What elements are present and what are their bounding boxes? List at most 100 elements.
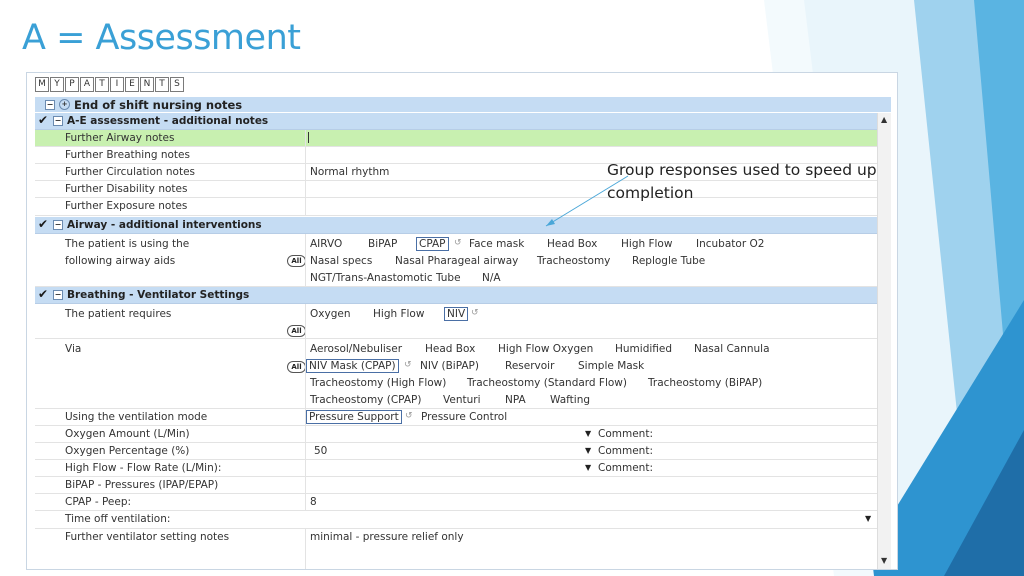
field-label: Further Airway notes bbox=[65, 132, 175, 144]
option-cpap-selected[interactable]: CPAP bbox=[416, 237, 449, 251]
field-value[interactable]: 8 bbox=[310, 496, 317, 508]
section-airway-header[interactable]: ✔ − Airway - additional interventions bbox=[35, 217, 877, 234]
field-label: The patient is using the bbox=[65, 238, 190, 250]
field-value[interactable]: Normal rhythm bbox=[310, 166, 389, 178]
option-ngt-tube[interactable]: NGT/Trans-Anastomotic Tube bbox=[310, 272, 461, 284]
check-icon: ✔ bbox=[38, 113, 49, 127]
dropdown-arrow-icon[interactable]: ▼ bbox=[585, 463, 591, 472]
annotation-text: Group responses used to speed up complet… bbox=[607, 161, 877, 202]
collapse-icon[interactable]: − bbox=[53, 116, 63, 126]
row-cpap-peep[interactable]: CPAP - Peep: 8 bbox=[35, 494, 877, 511]
field-label: Further Disability notes bbox=[65, 183, 188, 195]
option-high-flow[interactable]: High Flow bbox=[621, 238, 672, 250]
logo-letter: T bbox=[155, 77, 169, 92]
comment-label: Comment: bbox=[598, 462, 653, 474]
field-value[interactable]: 50 bbox=[314, 445, 327, 457]
option-wafting[interactable]: Wafting bbox=[550, 394, 590, 406]
field-label: Further Circulation notes bbox=[65, 166, 196, 178]
option-face-mask[interactable]: Face mask bbox=[469, 238, 524, 250]
scroll-down-icon[interactable]: ▼ bbox=[881, 556, 887, 565]
option-niv-mask-cpap-selected[interactable]: NIV Mask (CPAP) bbox=[306, 359, 399, 373]
option-incubator-o2[interactable]: Incubator O2 bbox=[696, 238, 764, 250]
section-breathing-header[interactable]: ✔ − Breathing - Ventilator Settings bbox=[35, 287, 877, 304]
option-nasal-specs[interactable]: Nasal specs bbox=[310, 255, 372, 267]
row-flow-rate[interactable]: High Flow - Flow Rate (L/Min): ▼ Comment… bbox=[35, 460, 877, 477]
section-title: Breathing - Ventilator Settings bbox=[67, 289, 250, 301]
option-simple-mask[interactable]: Simple Mask bbox=[578, 360, 644, 372]
option-airvo[interactable]: AIRVO bbox=[310, 238, 342, 250]
dropdown-arrow-icon[interactable]: ▼ bbox=[585, 429, 591, 438]
row-airway-notes[interactable]: Further Airway notes bbox=[35, 130, 877, 147]
option-pressure-support-selected[interactable]: Pressure Support bbox=[306, 410, 402, 424]
option-aerosol-nebuliser[interactable]: Aerosol/Nebuliser bbox=[310, 343, 402, 355]
dropdown-arrow-icon[interactable]: ▼ bbox=[865, 514, 871, 523]
field-label: Further ventilator setting notes bbox=[65, 531, 230, 543]
collapse-icon[interactable]: − bbox=[45, 99, 55, 110]
shift-notes-header: − + End of shift nursing notes bbox=[35, 97, 891, 112]
comment-label: Comment: bbox=[598, 445, 653, 457]
option-high-flow[interactable]: High Flow bbox=[373, 308, 424, 320]
scroll-up-icon[interactable]: ▲ bbox=[881, 115, 887, 124]
undo-icon[interactable]: ↺ bbox=[404, 360, 412, 370]
option-na[interactable]: N/A bbox=[482, 272, 501, 284]
row-time-off-ventilation[interactable]: Time off ventilation: ▼ bbox=[35, 511, 877, 529]
logo-letter: I bbox=[110, 77, 124, 92]
logo-letter: P bbox=[65, 77, 79, 92]
row-ventilation-mode: Using the ventilation mode Pressure Supp… bbox=[35, 409, 877, 426]
option-replogle-tube[interactable]: Replogle Tube bbox=[632, 255, 705, 267]
collapse-icon[interactable]: − bbox=[53, 220, 63, 230]
row-patient-requires: The patient requires All Oxygen High Flo… bbox=[35, 304, 877, 339]
option-head-box[interactable]: Head Box bbox=[547, 238, 597, 250]
collapse-icon[interactable]: − bbox=[53, 290, 63, 300]
option-tracheostomy-high-flow[interactable]: Tracheostomy (High Flow) bbox=[310, 377, 446, 389]
field-value[interactable]: minimal - pressure relief only bbox=[310, 531, 464, 543]
field-label: The patient requires bbox=[65, 308, 172, 320]
logo-letter: T bbox=[95, 77, 109, 92]
field-label: High Flow - Flow Rate (L/Min): bbox=[65, 462, 222, 474]
select-all-button[interactable]: All bbox=[287, 325, 306, 337]
option-niv-selected[interactable]: NIV bbox=[444, 307, 469, 321]
field-label: Time off ventilation: bbox=[65, 513, 171, 525]
option-reservoir[interactable]: Reservoir bbox=[505, 360, 554, 372]
dropdown-arrow-icon[interactable]: ▼ bbox=[585, 446, 591, 455]
option-humidified[interactable]: Humidified bbox=[615, 343, 672, 355]
option-venturi[interactable]: Venturi bbox=[443, 394, 481, 406]
option-niv-bipap[interactable]: NIV (BiPAP) bbox=[420, 360, 479, 372]
row-oxygen-percentage[interactable]: Oxygen Percentage (%) 50 ▼ Comment: bbox=[35, 443, 877, 460]
field-label: Using the ventilation mode bbox=[65, 411, 208, 423]
option-tracheostomy-standard-flow[interactable]: Tracheostomy (Standard Flow) bbox=[467, 377, 627, 389]
logo-letter: E bbox=[125, 77, 139, 92]
shift-notes-title: End of shift nursing notes bbox=[74, 97, 243, 112]
section-title: A-E assessment - additional notes bbox=[67, 115, 269, 127]
option-bipap[interactable]: BiPAP bbox=[368, 238, 397, 250]
logo-letter: M bbox=[35, 77, 49, 92]
comment-label: Comment: bbox=[598, 428, 653, 440]
field-label: Further Exposure notes bbox=[65, 200, 188, 212]
undo-icon[interactable]: ↺ bbox=[405, 411, 413, 421]
row-further-ventilator-notes[interactable]: Further ventilator setting notes minimal… bbox=[35, 529, 877, 569]
undo-icon[interactable]: ↺ bbox=[471, 308, 479, 318]
row-oxygen-amount[interactable]: Oxygen Amount (L/Min) ▼ Comment: bbox=[35, 426, 877, 443]
field-label: BiPAP - Pressures (IPAP/EPAP) bbox=[65, 479, 219, 491]
option-tracheostomy[interactable]: Tracheostomy bbox=[537, 255, 610, 267]
undo-icon[interactable]: ↺ bbox=[454, 238, 462, 248]
check-icon: ✔ bbox=[38, 287, 49, 301]
option-high-flow-oxygen[interactable]: High Flow Oxygen bbox=[498, 343, 593, 355]
field-label: Further Breathing notes bbox=[65, 149, 190, 161]
row-bipap-pressures[interactable]: BiPAP - Pressures (IPAP/EPAP) bbox=[35, 477, 877, 494]
option-nasal-pharageal-airway[interactable]: Nasal Pharageal airway bbox=[395, 255, 518, 267]
option-tracheostomy-cpap[interactable]: Tracheostomy (CPAP) bbox=[310, 394, 421, 406]
select-all-button[interactable]: All bbox=[287, 255, 306, 267]
option-npa[interactable]: NPA bbox=[505, 394, 526, 406]
option-tracheostomy-bipap[interactable]: Tracheostomy (BiPAP) bbox=[648, 377, 762, 389]
option-oxygen[interactable]: Oxygen bbox=[310, 308, 350, 320]
option-head-box[interactable]: Head Box bbox=[425, 343, 475, 355]
section-ae-header[interactable]: ✔ − A-E assessment - additional notes bbox=[35, 113, 877, 130]
option-nasal-cannula[interactable]: Nasal Cannula bbox=[694, 343, 770, 355]
select-all-button[interactable]: All bbox=[287, 361, 306, 373]
row-airway-aids: The patient is using the following airwa… bbox=[35, 234, 877, 287]
field-label: Oxygen Percentage (%) bbox=[65, 445, 190, 457]
option-pressure-control[interactable]: Pressure Control bbox=[421, 411, 507, 423]
add-icon[interactable]: + bbox=[59, 99, 70, 110]
row-via: Via All Aerosol/Nebuliser Head Box High … bbox=[35, 339, 877, 409]
